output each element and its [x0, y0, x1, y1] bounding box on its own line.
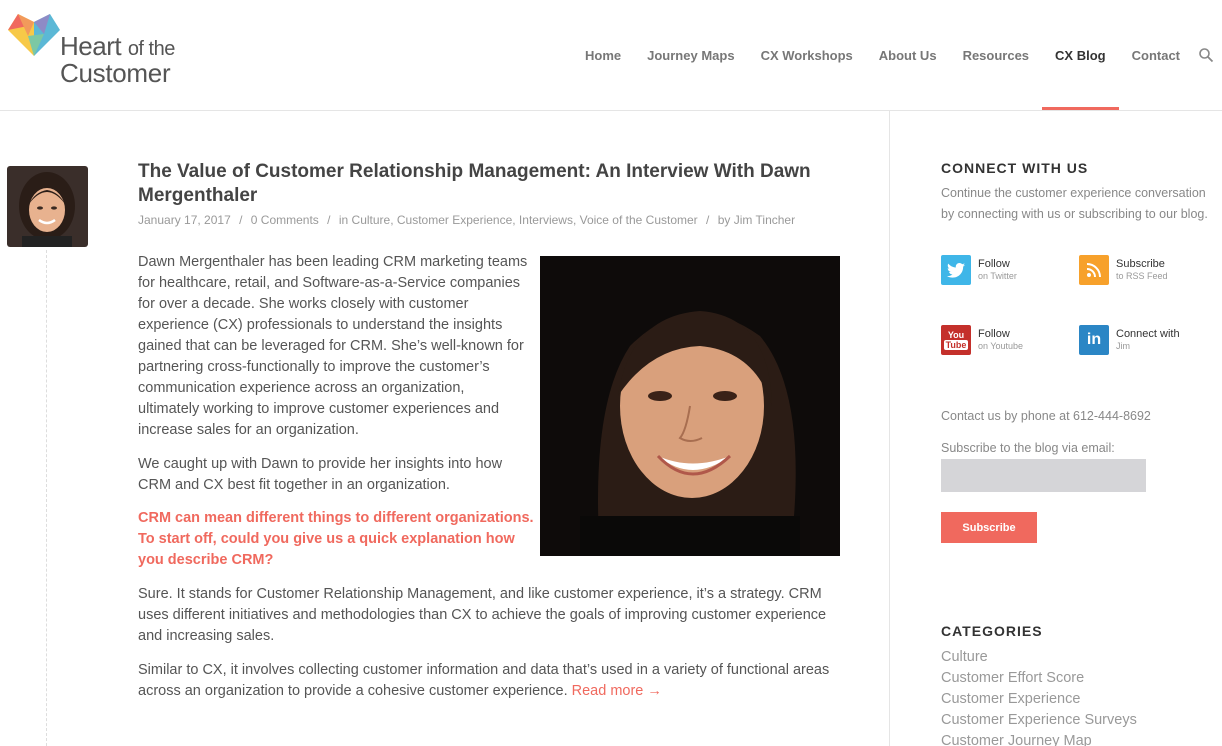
logo-wordmark: Heart of the Customer: [60, 31, 176, 88]
post-paragraph-4: Similar to CX, it involves collecting cu…: [138, 660, 848, 702]
category-link[interactable]: Customer Journey Map: [941, 731, 1137, 746]
post-comments-link[interactable]: 0 Comments: [251, 213, 319, 227]
youtube-label: Follow: [978, 328, 1010, 340]
post-paragraph-4-text: Similar to CX, it involves collecting cu…: [138, 662, 830, 699]
nav-about-us[interactable]: About Us: [879, 0, 937, 110]
post-in-label: in: [338, 213, 349, 227]
linkedin-label: Connect with: [1116, 328, 1180, 340]
main-nav: Home Journey Maps CX Workshops About Us …: [572, 0, 1222, 110]
twitter-sublabel: on Twitter: [978, 271, 1017, 281]
rss-sublabel: to RSS Feed: [1116, 271, 1168, 281]
site-logo[interactable]: Heart of the Customer: [6, 8, 206, 88]
categories-heading: CATEGORIES: [941, 623, 1043, 639]
twitter-icon: [941, 255, 971, 285]
email-label: Subscribe to the blog via email:: [941, 441, 1115, 455]
category-link[interactable]: Culture: [941, 647, 1137, 668]
nav-resources[interactable]: Resources: [963, 0, 1029, 110]
logo-line2: Customer: [60, 58, 171, 88]
youtube-sublabel: on Youtube: [978, 341, 1024, 351]
twitter-label: Follow: [978, 258, 1010, 270]
nav-contact[interactable]: Contact: [1132, 0, 1180, 110]
read-more-link[interactable]: Read more →: [572, 683, 662, 699]
interviewee-photo: [540, 256, 840, 556]
connect-heading: CONNECT WITH US: [941, 160, 1089, 176]
post-paragraph-3: Sure. It stands for Customer Relationshi…: [138, 586, 827, 644]
social-rss[interactable]: Subscribe to RSS Feed: [1079, 255, 1168, 285]
linkedin-sublabel: Jim: [1116, 341, 1130, 351]
post-meta: January 17, 2017 / 0 Comments / in Cultu…: [138, 213, 796, 227]
nav-home[interactable]: Home: [585, 0, 621, 110]
nav-cx-workshops[interactable]: CX Workshops: [761, 0, 853, 110]
post-author-link[interactable]: Jim Tincher: [734, 213, 795, 227]
post-date: January 17, 2017: [138, 213, 231, 227]
subscribe-button[interactable]: Subscribe: [941, 512, 1037, 543]
category-link[interactable]: Customer Experience: [941, 689, 1137, 710]
category-link[interactable]: Customer Effort Score: [941, 668, 1137, 689]
social-youtube[interactable]: You Tube Follow on Youtube: [941, 325, 1023, 355]
logo-line1b: of the: [127, 38, 176, 60]
post-categories[interactable]: Culture, Customer Experience, Interviews…: [352, 213, 698, 227]
youtube-icon: You Tube: [941, 325, 971, 355]
post-paragraph-1: Dawn Mergenthaler has been leading CRM m…: [138, 254, 528, 438]
rss-label: Subscribe: [1116, 258, 1165, 270]
social-linkedin[interactable]: in Connect with Jim: [1079, 325, 1180, 355]
post-paragraph-2: We caught up with Dawn to provide her in…: [138, 456, 503, 493]
site-header: Heart of the Customer Home Journey Maps …: [0, 0, 1222, 111]
nav-journey-maps[interactable]: Journey Maps: [647, 0, 734, 110]
linkedin-icon: in: [1079, 325, 1109, 355]
timeline-line: [46, 250, 47, 746]
post-title[interactable]: The Value of Customer Relationship Manag…: [138, 160, 838, 208]
author-avatar[interactable]: [7, 166, 88, 247]
email-field[interactable]: [941, 459, 1146, 492]
heart-logo-icon: [8, 14, 60, 56]
nav-cx-blog[interactable]: CX Blog: [1042, 0, 1119, 110]
phone-text: Contact us by phone at 612-444-8692: [941, 409, 1151, 423]
category-link[interactable]: Customer Experience Surveys: [941, 710, 1137, 731]
social-twitter[interactable]: Follow on Twitter: [941, 255, 1017, 285]
logo-line1: Heart: [60, 31, 122, 61]
connect-text: Continue the customer experience convers…: [941, 186, 1208, 221]
categories-list: Culture Customer Effort Score Customer E…: [941, 647, 1137, 746]
search-icon[interactable]: [1198, 47, 1214, 63]
interview-question: CRM can mean different things to differe…: [138, 510, 534, 568]
sidebar-divider: [889, 111, 890, 746]
post-by-label: by: [717, 213, 731, 227]
rss-icon: [1079, 255, 1109, 285]
